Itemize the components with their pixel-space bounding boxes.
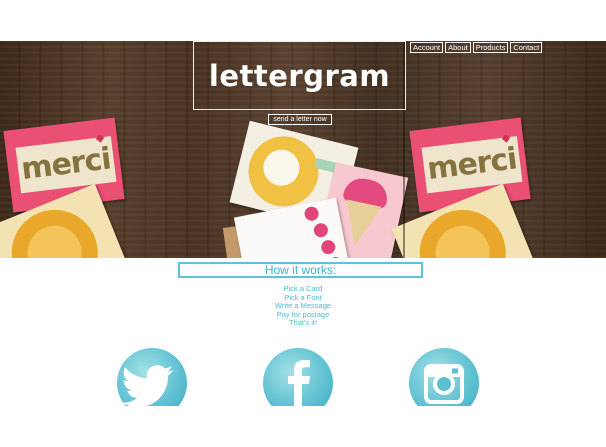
nav-about[interactable]: About [445,42,471,53]
hero-banner: merci merci lettergram send a letter now… [0,41,606,258]
how-it-works-steps: Pick a Card Pick a Font Write a Message … [0,284,606,328]
send-letter-button[interactable]: send a letter now [268,114,332,125]
pink-dot [312,222,330,239]
instagram-icon [424,364,464,404]
facebook-icon [288,360,310,406]
nav-products[interactable]: Products [472,42,509,53]
merci-card-label: merci [15,136,117,194]
instagram-link[interactable] [409,348,479,406]
twitter-icon [121,365,174,406]
step-item: That's it! [288,318,318,327]
nav-account[interactable]: Account [410,42,444,53]
twitter-link[interactable] [117,348,187,406]
pink-dot [320,238,337,256]
top-nav: Account About Products Contact [410,42,543,53]
facebook-link[interactable] [263,348,333,406]
merci-card-label: merci [421,136,523,194]
site-logo: lettergram [208,59,391,93]
nav-contact[interactable]: Contact [510,42,543,53]
page-bottom [0,406,606,447]
logo-frame[interactable]: lettergram [193,41,406,110]
pink-dot [303,205,320,222]
pink-dot [327,255,344,258]
how-it-works-heading: How it works: [178,262,423,278]
